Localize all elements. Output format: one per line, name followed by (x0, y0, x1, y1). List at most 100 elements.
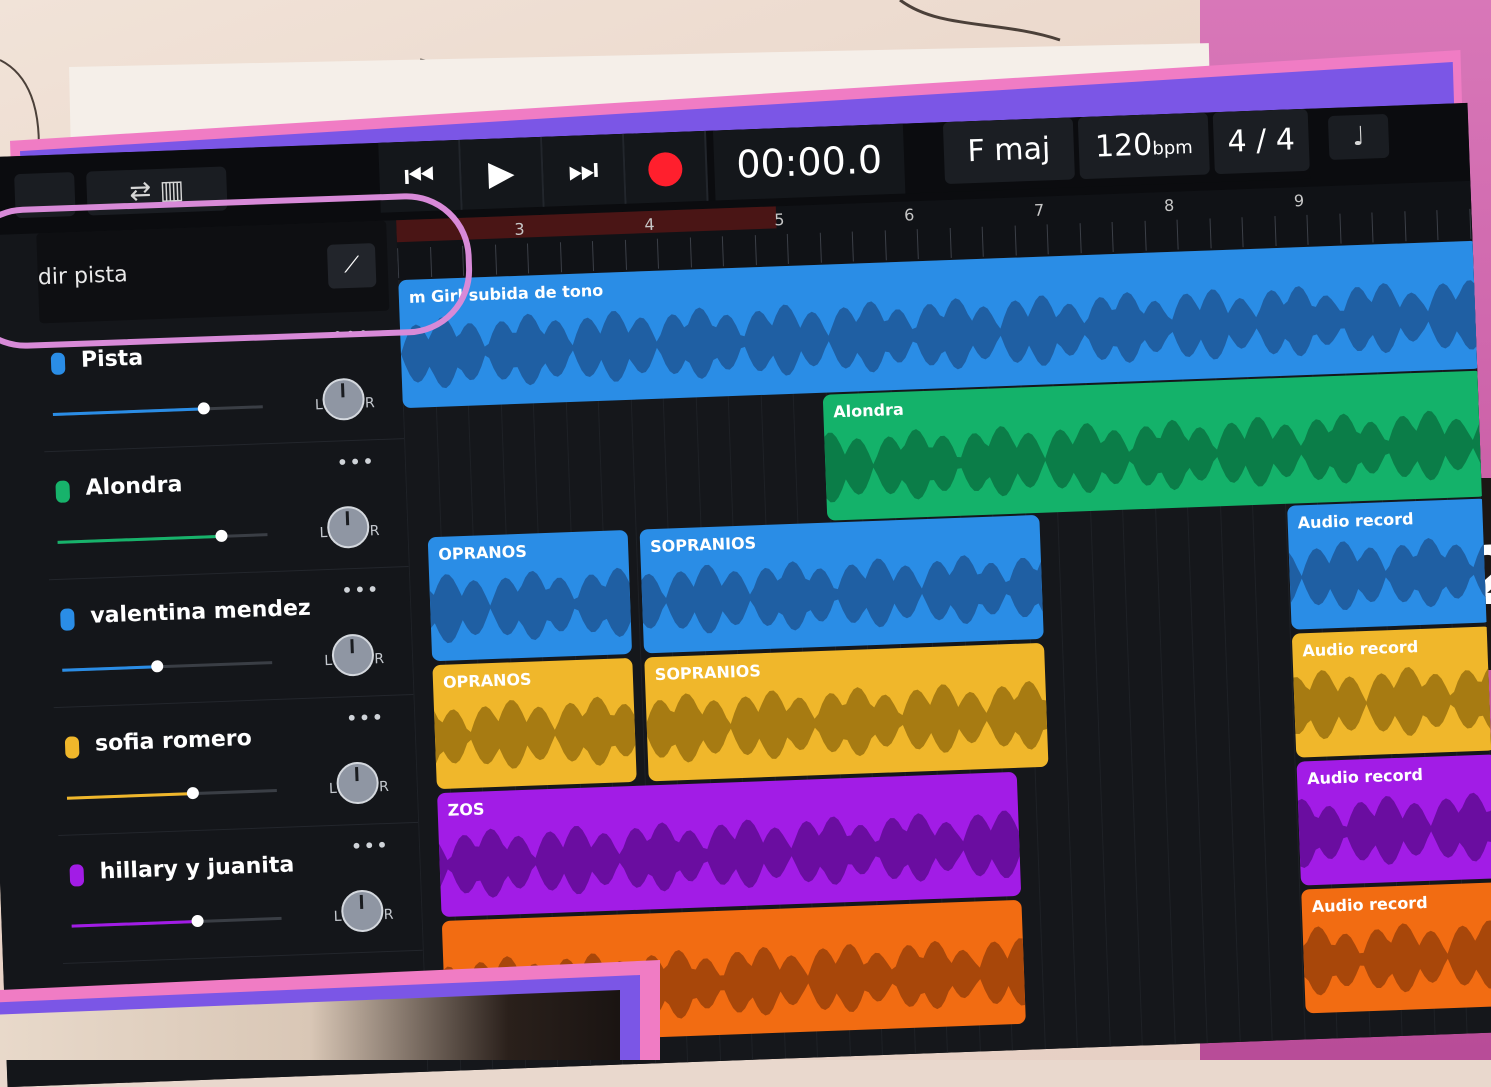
audio-clip[interactable]: OPRANOS (432, 657, 637, 790)
ruler-bar-number: 4 (644, 214, 655, 235)
record-button[interactable] (624, 130, 709, 204)
ruler-tick (851, 231, 854, 262)
play-button[interactable]: ▶ (460, 136, 545, 210)
track-name[interactable]: Pista (81, 346, 144, 373)
track-headers: dir pista ⟋ Pista ••• L R Alondra ••• L Rvalent… (0, 220, 428, 1087)
ruler-tick (1273, 216, 1277, 247)
ruler-tick (624, 239, 627, 270)
volume-slider-knob[interactable] (186, 786, 200, 800)
ruler-bar-number: 5 (773, 210, 785, 230)
audio-clip[interactable]: Audio record (1291, 626, 1491, 758)
ruler-tick (1111, 222, 1114, 253)
volume-slider[interactable] (66, 786, 277, 800)
track-color-icon (50, 352, 66, 375)
ruler-tick (819, 232, 822, 263)
audio-clip[interactable]: SOPRANIOS (639, 514, 1044, 654)
volume-slider[interactable] (62, 660, 273, 673)
ruler-tick (1176, 219, 1179, 250)
ruler-bar-number: 8 (1163, 195, 1175, 216)
track-name[interactable]: Alondra (85, 472, 183, 501)
pan-right-label: R (369, 523, 380, 540)
waveform (438, 810, 1020, 898)
volume-slider-fill (71, 920, 198, 928)
ruler-tick (1338, 213, 1342, 244)
volume-slider-knob[interactable] (191, 914, 204, 928)
ruler-tick (949, 227, 952, 258)
pan-right-label: R (374, 650, 385, 668)
tempo-selector[interactable]: 120bpm (1077, 112, 1210, 180)
audio-clip[interactable]: SOPRANIOS (644, 642, 1049, 782)
audio-clip[interactable]: Alondra (822, 370, 1487, 521)
ruler-tick (1079, 223, 1082, 254)
volume-slider-fill (52, 407, 205, 416)
clip-label: OPRANOS (437, 541, 528, 564)
track-more-icon[interactable]: ••• (336, 449, 375, 474)
audio-clip[interactable]: ZOS (437, 771, 1022, 918)
pan-knob[interactable] (335, 761, 380, 805)
ruler-tick (1436, 210, 1439, 241)
clip-label: Alondra (833, 399, 905, 422)
record-icon (647, 151, 683, 187)
ruler-tick (526, 243, 530, 274)
volume-slider[interactable] (57, 529, 268, 544)
highlight-circle (0, 191, 475, 351)
volume-slider-fill (66, 792, 193, 800)
audio-clip[interactable]: OPRANOS (427, 529, 633, 662)
volume-slider-knob[interactable] (215, 529, 228, 543)
clip-label: ZOS (447, 799, 485, 820)
ruler-bar-number: 9 (1293, 190, 1305, 211)
audio-clip[interactable]: Audio record (1301, 882, 1491, 1014)
track-color-icon (64, 736, 80, 759)
track-name[interactable]: valentina mendez (90, 596, 311, 629)
volume-slider[interactable] (71, 914, 282, 928)
audio-clip[interactable]: Audio record (1296, 754, 1491, 886)
track-name[interactable]: sofia romero (95, 726, 253, 757)
tempo-value: 120 (1094, 127, 1153, 165)
track-name[interactable]: hillary y juanita (99, 852, 294, 884)
clip-label: OPRANOS (442, 669, 532, 692)
pan-right-label: R (364, 395, 376, 412)
track-more-icon[interactable]: ••• (345, 705, 384, 730)
ruler-tick (916, 229, 919, 260)
ruler-tick (1241, 217, 1244, 248)
track-more-icon[interactable]: ••• (350, 833, 389, 858)
ruler-tick (494, 244, 497, 275)
pan-knob[interactable] (326, 505, 371, 549)
ruler-tick (656, 238, 659, 269)
pan-right-label: R (383, 906, 394, 924)
volume-slider-knob[interactable] (197, 402, 211, 415)
key-selector[interactable]: F maj (942, 117, 1075, 185)
track-more-icon[interactable]: ••• (341, 577, 380, 602)
skip-back-icon: ⏮ (403, 155, 436, 197)
ruler-bar-number: 6 (903, 205, 915, 225)
track-header[interactable]: Alondra ••• L R (44, 438, 409, 581)
pan-knob[interactable] (321, 377, 366, 422)
track-header[interactable]: hillary y juanita ••• L R (58, 821, 423, 964)
track-header[interactable]: sofia romero ••• L R (53, 693, 419, 837)
ruler-tick (1046, 224, 1049, 255)
play-icon: ▶ (487, 152, 516, 194)
metronome-button[interactable]: ♩ (1327, 113, 1390, 161)
volume-slider-fill (62, 665, 157, 672)
tempo-unit: bpm (1151, 137, 1194, 160)
ruler-tick (1014, 225, 1017, 256)
time-signature-selector[interactable]: 4 / 4 (1212, 108, 1310, 175)
clip-label: SOPRANIOS (654, 661, 762, 685)
audio-clip[interactable]: Audio record (1287, 498, 1491, 630)
pan-knob[interactable] (331, 633, 375, 677)
ruler-tick (1403, 211, 1406, 242)
ruler-tick (689, 237, 692, 268)
clip-label: SOPRANIOS (649, 533, 757, 557)
ruler-tick (981, 226, 984, 257)
skip-forward-icon: ⏭ (567, 149, 600, 191)
ruler-tick (1306, 214, 1309, 245)
track-header[interactable]: valentina mendez ••• L R (48, 566, 414, 709)
pan-right-label: R (378, 778, 390, 796)
pan-knob[interactable] (340, 889, 385, 933)
skip-forward-button[interactable]: ⏭ (542, 133, 627, 207)
volume-slider[interactable] (52, 402, 263, 416)
ruler-tick (754, 235, 757, 266)
volume-slider-knob[interactable] (150, 660, 163, 673)
arrangement-area[interactable]: m Girl subida de tono Alondra Audio record… (398, 240, 1491, 1080)
ruler-tick (1468, 208, 1471, 239)
